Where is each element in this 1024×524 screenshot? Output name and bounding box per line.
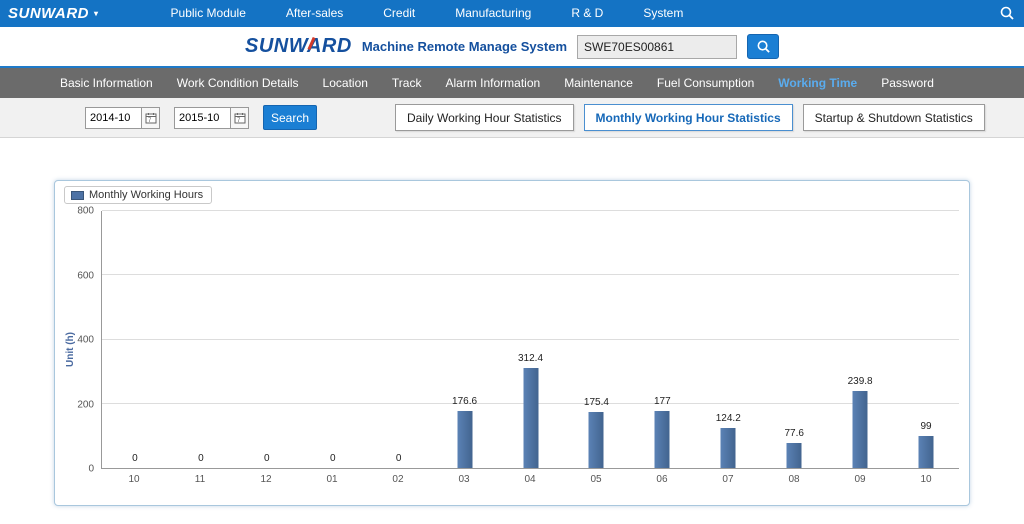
date-from-group: 7 [85,107,160,129]
x-axis-ticks: 10 11 12 01 02 03 04 05 06 07 08 09 10 [101,472,959,488]
bar-value-label: 239.8 [848,376,873,387]
chart-legend[interactable]: Monthly Working Hours [64,186,212,204]
page-header: SUNWARD Machine Remote Manage System [0,27,1024,68]
tab-password[interactable]: Password [869,68,946,98]
bar-value-label: 0 [264,453,270,464]
y-tick-label: 800 [77,206,94,217]
plot-area: 0 0 0 0 0 176.6 312.4 175.4 177 124.2 77.6 239.8 99 [101,211,959,469]
section-tabbar: Basic InformationWork Condition DetailsL… [0,68,1024,98]
tab-track[interactable]: Track [380,68,434,98]
topnav-menu: Public ModuleAfter-salesCreditManufactur… [151,0,704,27]
bar-value-label: 177 [654,396,671,407]
legend-swatch-icon [71,191,84,200]
x-tick-label: 03 [458,474,469,485]
nav-item-public-module[interactable]: Public Module [151,0,266,27]
date-to-input[interactable] [174,107,230,129]
machine-id-input[interactable] [577,35,737,59]
system-title: Machine Remote Manage System [362,39,567,54]
nav-item-after-sales[interactable]: After-sales [266,0,363,27]
date-to-group: 7 [174,107,249,129]
gridline [102,339,959,340]
legend-label: Monthly Working Hours [89,189,203,201]
tab-work-condition-details[interactable]: Work Condition Details [165,68,311,98]
bar-value-label: 0 [396,453,402,464]
nav-item-system[interactable]: System [623,0,703,27]
bar-04[interactable] [523,368,538,468]
button-daily-working-hour-statistics[interactable]: Daily Working Hour Statistics [395,104,574,131]
bar-value-label: 124.2 [716,413,741,424]
gridline [102,210,959,211]
x-tick-label: 04 [524,474,535,485]
nav-item-manufacturing[interactable]: Manufacturing [435,0,551,27]
bar-05[interactable] [589,412,604,468]
x-tick-label: 12 [260,474,271,485]
bar-value-label: 0 [198,453,204,464]
brand-logo: SUNWARD [245,35,352,58]
bar-value-label: 99 [920,421,931,432]
bar-value-label: 0 [132,453,138,464]
x-tick-label: 02 [392,474,403,485]
x-tick-label: 05 [590,474,601,485]
tab-fuel-consumption[interactable]: Fuel Consumption [645,68,766,98]
y-tick-label: 0 [88,464,94,475]
bar-06[interactable] [655,411,670,468]
nav-item-r-d[interactable]: R & D [551,0,623,27]
x-tick-label: 08 [788,474,799,485]
chevron-down-icon: ▾ [94,9,99,18]
nav-item-credit[interactable]: Credit [363,0,435,27]
top-logo-text: SUNWARD [8,5,89,22]
gridline [102,274,959,275]
tab-working-time[interactable]: Working Time [766,68,869,98]
x-tick-label: 10 [920,474,931,485]
x-tick-label: 01 [326,474,337,485]
tab-basic-information[interactable]: Basic Information [48,68,165,98]
x-tick-label: 11 [195,474,205,485]
button-startup-shutdown-statistics[interactable]: Startup & Shutdown Statistics [803,104,985,131]
y-axis-ticks: 0200400600800 [55,211,99,469]
calendar-icon[interactable]: 7 [230,107,249,129]
bar-value-label: 175.4 [584,397,609,408]
bar-03[interactable] [457,411,472,468]
y-tick-label: 200 [77,399,94,410]
bar-07[interactable] [721,428,736,468]
date-from-input[interactable] [85,107,141,129]
magnifier-icon [756,39,771,54]
bar-value-label: 0 [330,453,336,464]
top-logo[interactable]: SUNWARD ▾ [8,5,99,22]
tab-alarm-information[interactable]: Alarm Information [433,68,552,98]
tab-maintenance[interactable]: Maintenance [552,68,645,98]
y-tick-label: 600 [77,270,94,281]
bar-08[interactable] [787,443,802,468]
x-tick-label: 10 [128,474,139,485]
bar-09[interactable] [853,391,868,468]
chart-panel: Monthly Working Hours Unit (h) 020040060… [54,180,970,506]
statistics-button-group: Daily Working Hour Statistics Monthly Wor… [395,104,985,131]
top-navigation: SUNWARD ▾ Public ModuleAfter-salesCredit… [0,0,1024,27]
search-button[interactable]: Search [263,105,317,130]
bar-value-label: 312.4 [518,353,543,364]
y-tick-label: 400 [77,335,94,346]
bar-value-label: 77.6 [784,428,803,439]
calendar-icon[interactable]: 7 [141,107,160,129]
x-tick-label: 06 [656,474,667,485]
filter-toolbar: 7 7 Search Daily Working Hour Statistics… [0,98,1024,138]
search-icon[interactable] [999,5,1015,26]
bar-value-label: 176.6 [452,396,477,407]
x-tick-label: 09 [854,474,865,485]
bar-10[interactable] [919,436,934,468]
machine-search-button[interactable] [747,34,779,59]
x-tick-label: 07 [722,474,733,485]
button-monthly-working-hour-statistics[interactable]: Monthly Working Hour Statistics [584,104,793,131]
tab-location[interactable]: Location [311,68,380,98]
